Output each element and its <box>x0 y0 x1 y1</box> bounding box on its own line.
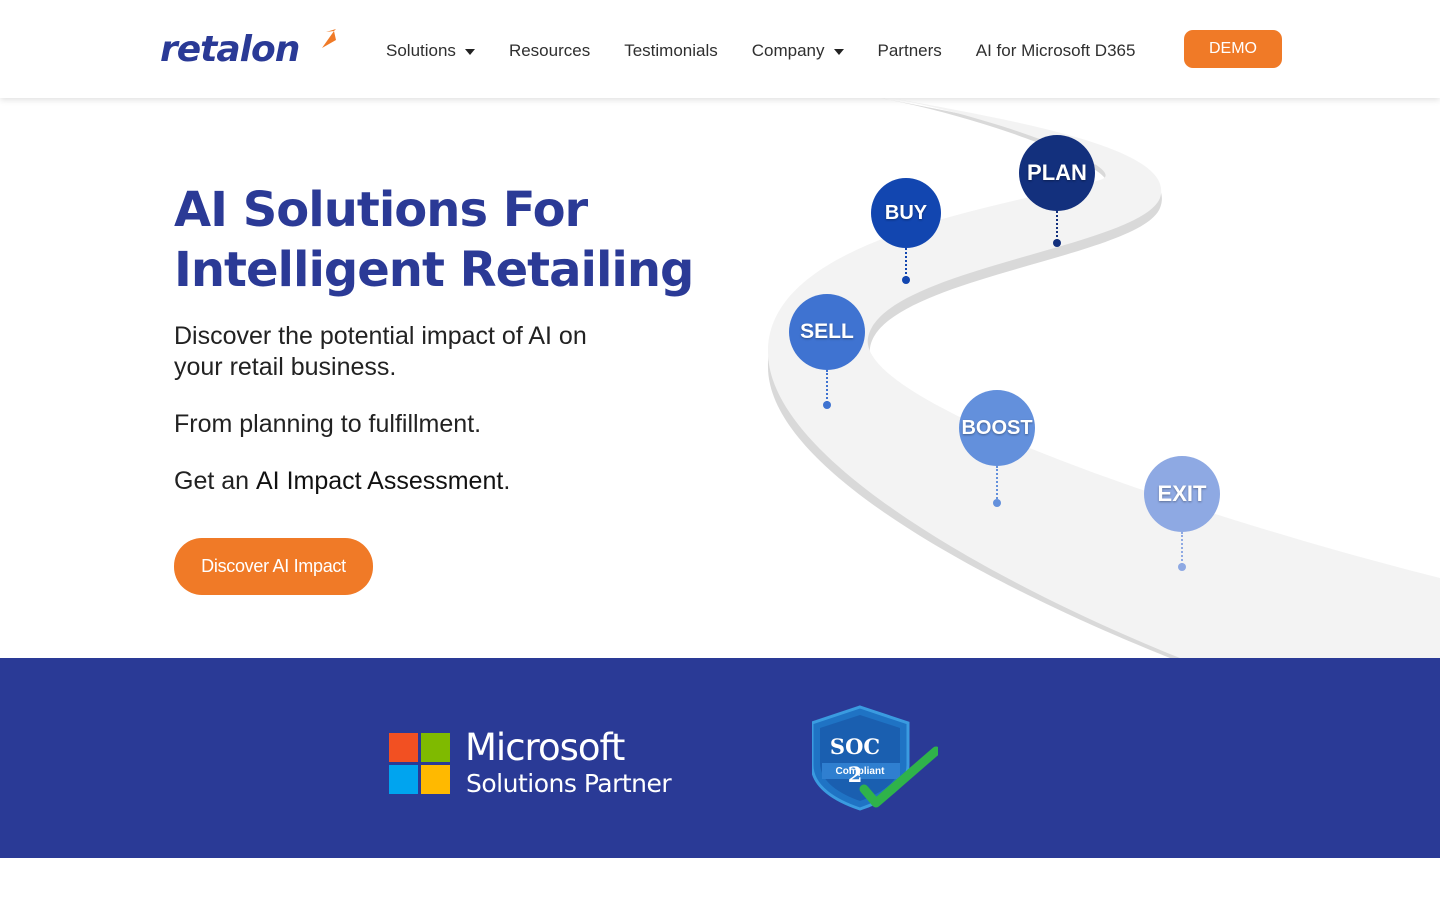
nav-label: Testimonials <box>624 41 718 60</box>
nav-item-ai-d365[interactable]: AI for Microsoft D365 <box>976 41 1136 61</box>
pin-boost: BOOST <box>959 390 1035 466</box>
pin-connector <box>1181 532 1183 565</box>
trust-badges-band <box>0 658 1440 858</box>
nav-item-company[interactable]: Company <box>752 41 844 61</box>
retalon-logo[interactable]: retalon <box>160 29 340 70</box>
microsoft-badge-subtitle: Solutions Partner <box>466 769 672 798</box>
hero-tagline: From planning to fulfillment. <box>174 410 482 438</box>
caret-down-icon <box>833 48 844 55</box>
pin-label: BUY <box>884 202 928 224</box>
hero-title-line: AI Solutions For <box>174 182 588 238</box>
demo-button[interactable]: DEMO <box>1184 30 1282 68</box>
pin-dot <box>993 499 1001 507</box>
pin-connector <box>1056 211 1058 241</box>
nav-item-testimonials[interactable]: Testimonials <box>624 41 718 61</box>
pin-sell: SELL <box>789 294 865 370</box>
nav-label: Company <box>751 41 825 60</box>
pin-label: BOOST <box>961 417 1033 439</box>
pin-label: PLAN <box>1027 160 1087 185</box>
pin-dot <box>1178 563 1186 571</box>
pin-connector <box>826 370 828 403</box>
hero-title: AI Solutions For Intelligent Retailing <box>174 180 694 300</box>
nav-label: Solutions <box>386 41 456 60</box>
pin-exit: EXIT <box>1144 456 1220 532</box>
pin-dot <box>902 276 910 284</box>
caret-down-icon <box>464 48 475 55</box>
nav-item-partners[interactable]: Partners <box>878 41 942 61</box>
nav-label: AI for Microsoft D365 <box>975 41 1136 60</box>
assessment-strong: AI Impact Assessment <box>256 467 504 495</box>
assessment-prefix: Get an <box>174 467 256 495</box>
nav-item-resources[interactable]: Resources <box>509 41 590 61</box>
main-nav: Solutions Resources Testimonials Company… <box>386 38 1169 64</box>
pin-dot <box>823 401 831 409</box>
pin-connector <box>905 248 907 278</box>
nav-label: Partners <box>877 41 942 60</box>
assessment-suffix: . <box>503 467 511 495</box>
soc2-title: SOC 2 <box>829 734 881 787</box>
pin-label: EXIT <box>1157 481 1207 506</box>
logo-arrow-icon <box>322 29 336 48</box>
retail-journey-road: PLAN BUY SELL BOOST EXIT <box>740 98 1440 658</box>
hero-intro-text: Discover the potential impact of AI on y… <box>174 322 587 381</box>
microsoft-logo-icon <box>389 733 451 795</box>
pin-connector <box>996 466 998 499</box>
pin-buy: BUY <box>871 178 941 248</box>
hero-assessment-text: Get an AI Impact Assessment. <box>174 466 614 497</box>
nav-item-solutions[interactable]: Solutions <box>386 41 475 61</box>
nav-label: Resources <box>508 41 591 60</box>
site-header: retalon Solutions Resources Testimonials… <box>0 0 1440 98</box>
logo-text: retalon <box>160 29 300 70</box>
pin-dot <box>1053 239 1061 247</box>
pin-plan: PLAN <box>1019 135 1095 211</box>
soc2-subtitle: Compliant <box>835 766 885 777</box>
pin-label: SELL <box>800 320 854 343</box>
hero-title-line: Intelligent Retailing <box>174 242 694 298</box>
microsoft-badge-title: Microsoft <box>465 726 625 769</box>
discover-ai-impact-button[interactable]: Discover AI Impact <box>174 538 373 595</box>
